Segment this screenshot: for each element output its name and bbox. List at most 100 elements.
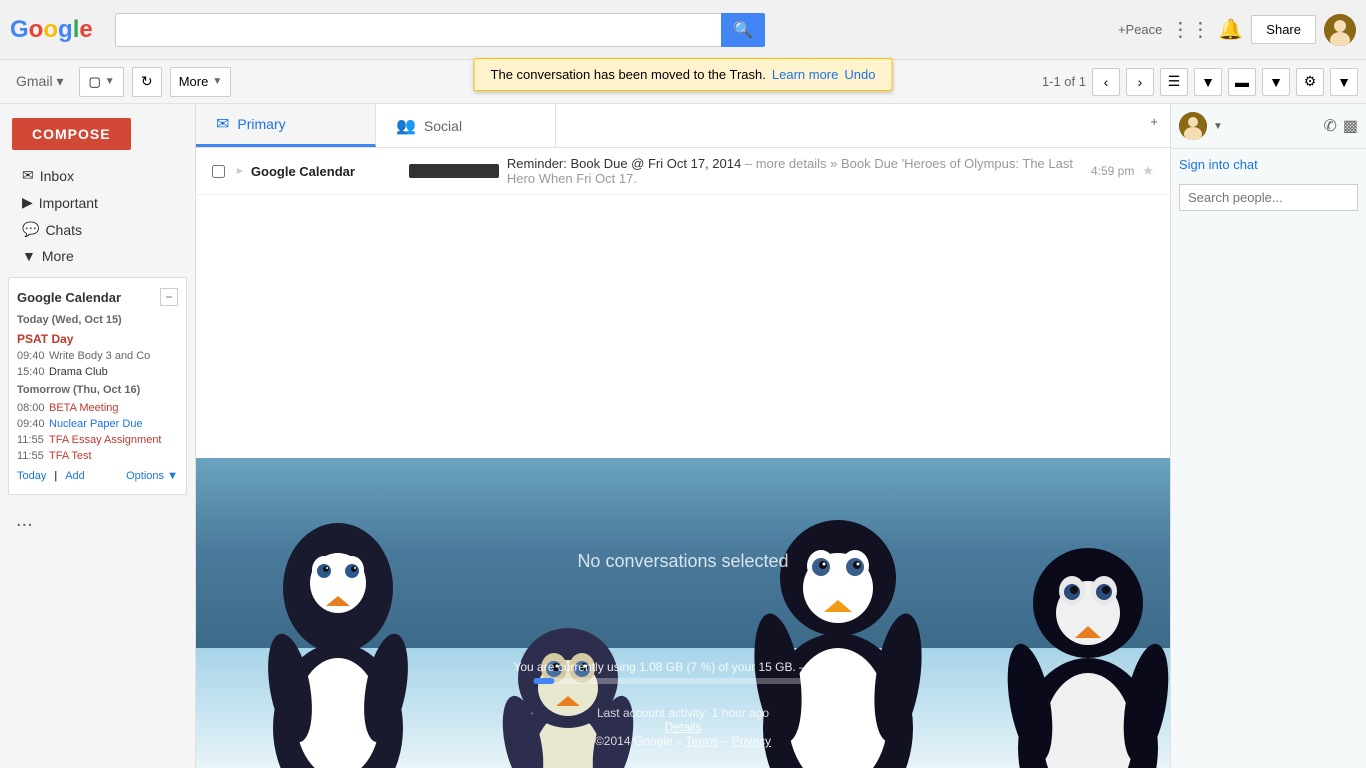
list-view-button[interactable]: ☰	[1160, 68, 1188, 96]
chat-header: ▼ ✆ ▩	[1171, 104, 1366, 149]
right-toolbar: 1-1 of 1 ‹ › ☰ ▼ ▬ ▼ ⚙ ▼	[1042, 68, 1358, 96]
calendar-today-link[interactable]: Today	[17, 470, 46, 482]
calendar-options-link[interactable]: Options ▼	[126, 470, 178, 482]
notifications-icon[interactable]: 🔔	[1218, 17, 1243, 42]
email-tabs: ✉ Primary 👥 Social +	[196, 104, 1170, 148]
search-icon: 🔍	[733, 20, 753, 40]
tab-primary[interactable]: ✉ Primary	[196, 104, 376, 147]
gmail-label[interactable]: Gmail ▾	[8, 73, 71, 90]
grid-icon[interactable]: ⋮⋮	[1170, 17, 1210, 42]
email-reply-icon: ►	[235, 166, 245, 177]
manage-storage-link[interactable]: Manage	[809, 660, 852, 674]
inbox-icon: ✉	[22, 167, 34, 184]
top-bar: Google 🔍 +Peace ⋮⋮ 🔔 Share	[0, 0, 1366, 60]
select-button[interactable]: ▢ ▼	[79, 67, 123, 97]
peace-link[interactable]: +Peace	[1118, 22, 1162, 37]
video-icons: ✆ ▩	[1323, 116, 1358, 136]
cal-event-tfa-test[interactable]: 11:55 TFA Test	[9, 448, 186, 464]
prev-page-button[interactable]: ‹	[1092, 68, 1120, 96]
calendar-header: Google Calendar −	[9, 284, 186, 310]
no-conversations-text: No conversations selected	[577, 551, 788, 572]
add-tab-button[interactable]: +	[1138, 104, 1170, 147]
email-time: 4:59 pm	[1074, 164, 1134, 178]
main-area: COMPOSE ✉ Inbox ▶ Important 💬 Chats ▼ Mo…	[0, 104, 1366, 768]
email-row[interactable]: ► Google Calendar Reminder: Book Due @ F…	[196, 148, 1170, 195]
more-expand-icon: ▼	[22, 248, 36, 264]
page-info: 1-1 of 1	[1042, 74, 1086, 89]
sidebar-item-important[interactable]: ▶ Important	[0, 189, 187, 216]
avatar[interactable]	[1324, 14, 1356, 46]
email-sender: Google Calendar	[251, 164, 401, 179]
cal-event-nuclear[interactable]: 09:40 Nuclear Paper Due	[9, 416, 186, 432]
email-list: ► Google Calendar Reminder: Book Due @ F…	[196, 148, 1170, 458]
details-link[interactable]: Details	[665, 720, 702, 734]
email-view: No conversations selected You are curren…	[196, 458, 1170, 768]
chat-arrow-icon[interactable]: ▼	[1213, 121, 1223, 132]
density-arrow-button[interactable]: ▼	[1262, 68, 1290, 96]
sidebar-item-more[interactable]: ▼ More	[0, 243, 187, 269]
email-redacted-block	[409, 164, 499, 178]
search-button[interactable]: 🔍	[721, 13, 765, 47]
sidebar-item-inbox[interactable]: ✉ Inbox	[0, 162, 187, 189]
terms-link[interactable]: Terms	[686, 734, 719, 748]
footer-info: Last account activity: 1 hour ago Detail…	[595, 706, 771, 748]
notification-message: The conversation has been moved to the T…	[491, 67, 766, 82]
email-star-icon[interactable]: ★	[1142, 163, 1154, 179]
storage-bar	[533, 678, 833, 684]
sidebar: COMPOSE ✉ Inbox ▶ Important 💬 Chats ▼ Mo…	[0, 104, 196, 768]
search-people-input[interactable]	[1179, 184, 1358, 211]
settings-button[interactable]: ⚙	[1296, 68, 1324, 96]
density-button[interactable]: ▬	[1228, 68, 1256, 96]
tomorrow-header: Tomorrow (Thu, Oct 16)	[9, 380, 186, 400]
select-arrow-icon: ▼	[105, 76, 115, 87]
calendar-widget: Google Calendar − Today (Wed, Oct 15) PS…	[8, 277, 187, 495]
share-button[interactable]: Share	[1251, 15, 1316, 44]
search-input[interactable]	[115, 13, 721, 47]
chats-icon: 💬	[22, 221, 39, 238]
view-arrow-button[interactable]: ▼	[1194, 68, 1222, 96]
cal-event-beta[interactable]: 08:00 BETA Meeting	[9, 400, 186, 416]
last-activity: Last account activity: 1 hour ago	[595, 706, 771, 720]
privacy-link[interactable]: Privacy	[732, 734, 771, 748]
undo-link[interactable]: Undo	[844, 67, 875, 82]
more-button[interactable]: More ▼	[170, 67, 232, 97]
chat-avatar	[1179, 112, 1207, 140]
next-page-button[interactable]: ›	[1126, 68, 1154, 96]
cal-event-write-body[interactable]: 09:40 Write Body 3 and Co	[9, 348, 186, 364]
email-subject: Reminder: Book Due @ Fri Oct 17, 2014 – …	[507, 156, 1074, 186]
storage-info: You are currently using 1.08 GB (7 %) of…	[513, 660, 852, 688]
email-checkbox[interactable]	[212, 165, 225, 178]
right-panel: ▼ ✆ ▩ Sign into chat	[1170, 104, 1366, 768]
checkbox-icon: ▢	[88, 74, 100, 90]
search-bar: 🔍	[115, 13, 765, 47]
calendar-add-link[interactable]: Add	[65, 470, 85, 482]
gmail-arrow-icon: ▾	[56, 73, 63, 89]
calendar-title: Google Calendar	[17, 290, 121, 305]
notification-bar: The conversation has been moved to the T…	[474, 58, 893, 91]
inbox-tab-icon: ✉	[216, 114, 229, 134]
video-icon[interactable]: ▩	[1343, 116, 1358, 136]
settings-arrow-button[interactable]: ▼	[1330, 68, 1358, 96]
tab-social[interactable]: 👥 Social	[376, 104, 556, 147]
people-tab-icon: 👥	[396, 116, 416, 136]
content-area: ✉ Primary 👥 Social + ► Google Calendar R…	[196, 104, 1170, 768]
sidebar-more-dots[interactable]: ...	[0, 503, 195, 538]
storage-fill	[533, 678, 554, 684]
psat-day-event[interactable]: PSAT Day	[9, 330, 186, 348]
refresh-button[interactable]: ↻	[132, 67, 162, 97]
cal-event-tfa-essay[interactable]: 11:55 TFA Essay Assignment	[9, 432, 186, 448]
phone-icon[interactable]: ✆	[1323, 116, 1336, 136]
top-right-controls: +Peace ⋮⋮ 🔔 Share	[1118, 14, 1356, 46]
learn-more-link[interactable]: Learn more	[772, 67, 838, 82]
sign-into-chat-link[interactable]: Sign into chat	[1171, 149, 1366, 180]
google-logo: Google	[10, 16, 100, 44]
important-icon: ▶	[22, 194, 33, 211]
calendar-footer: Today | Add Options ▼	[9, 464, 186, 488]
sidebar-item-chats[interactable]: 💬 Chats	[0, 216, 187, 243]
today-header: Today (Wed, Oct 15)	[9, 310, 186, 330]
compose-button[interactable]: COMPOSE	[12, 118, 131, 150]
storage-text: You are currently using 1.08 GB (7 %) of…	[513, 660, 852, 674]
more-arrow-icon: ▼	[212, 76, 222, 87]
calendar-minimize-button[interactable]: −	[160, 288, 178, 306]
cal-event-drama-club[interactable]: 15:40 Drama Club	[9, 364, 186, 380]
